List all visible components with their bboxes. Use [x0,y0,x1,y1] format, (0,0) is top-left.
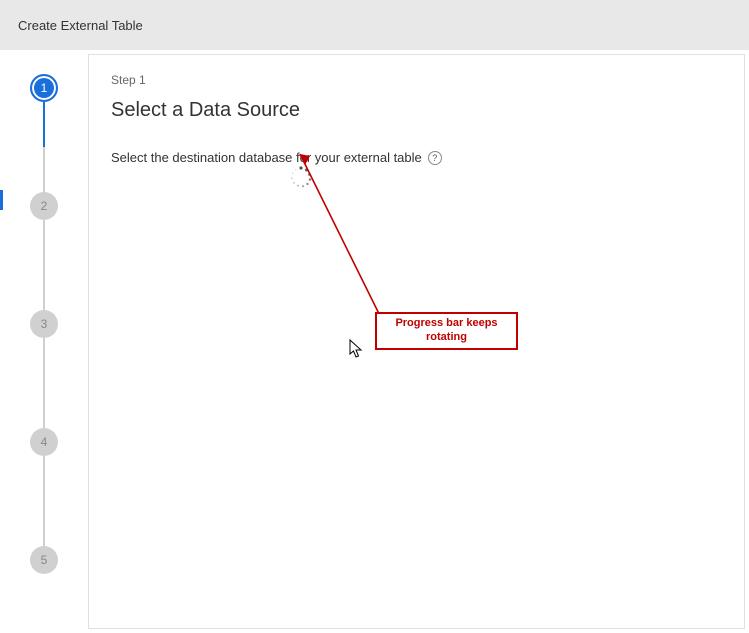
step-3[interactable]: 3 [30,310,58,338]
help-icon[interactable]: ? [428,151,442,165]
step-2-number: 2 [41,199,48,213]
dialog-header: Create External Table [0,0,749,50]
step-5-number: 5 [41,553,48,567]
step-1[interactable]: 1 [30,74,58,102]
step-4-number: 4 [41,435,48,449]
step-1-number: 1 [41,81,48,95]
step-2[interactable]: 2 [30,192,58,220]
step-3-number: 3 [41,317,48,331]
step-line-3 [43,338,45,428]
annotation-callout: Progress bar keeps rotating [375,312,518,350]
step-instruction-row: Select the destination database for your… [111,150,722,165]
step-title: Select a Data Source [111,99,722,122]
step-line-1 [43,102,45,147]
loading-spinner-icon [289,165,313,189]
stepper: 1 2 3 4 5 [30,74,58,633]
dialog-title: Create External Table [18,18,143,33]
step-label: Step 1 [111,73,722,87]
stepper-column: 1 2 3 4 5 [0,50,88,633]
step-line-1b [43,147,45,192]
annotation-text: Progress bar keeps rotating [381,317,512,345]
step-line-2 [43,220,45,310]
step-line-4 [43,456,45,546]
step-4[interactable]: 4 [30,428,58,456]
left-accent-bar [0,190,3,210]
step-5[interactable]: 5 [30,546,58,574]
step-instruction-text: Select the destination database for your… [111,150,422,165]
